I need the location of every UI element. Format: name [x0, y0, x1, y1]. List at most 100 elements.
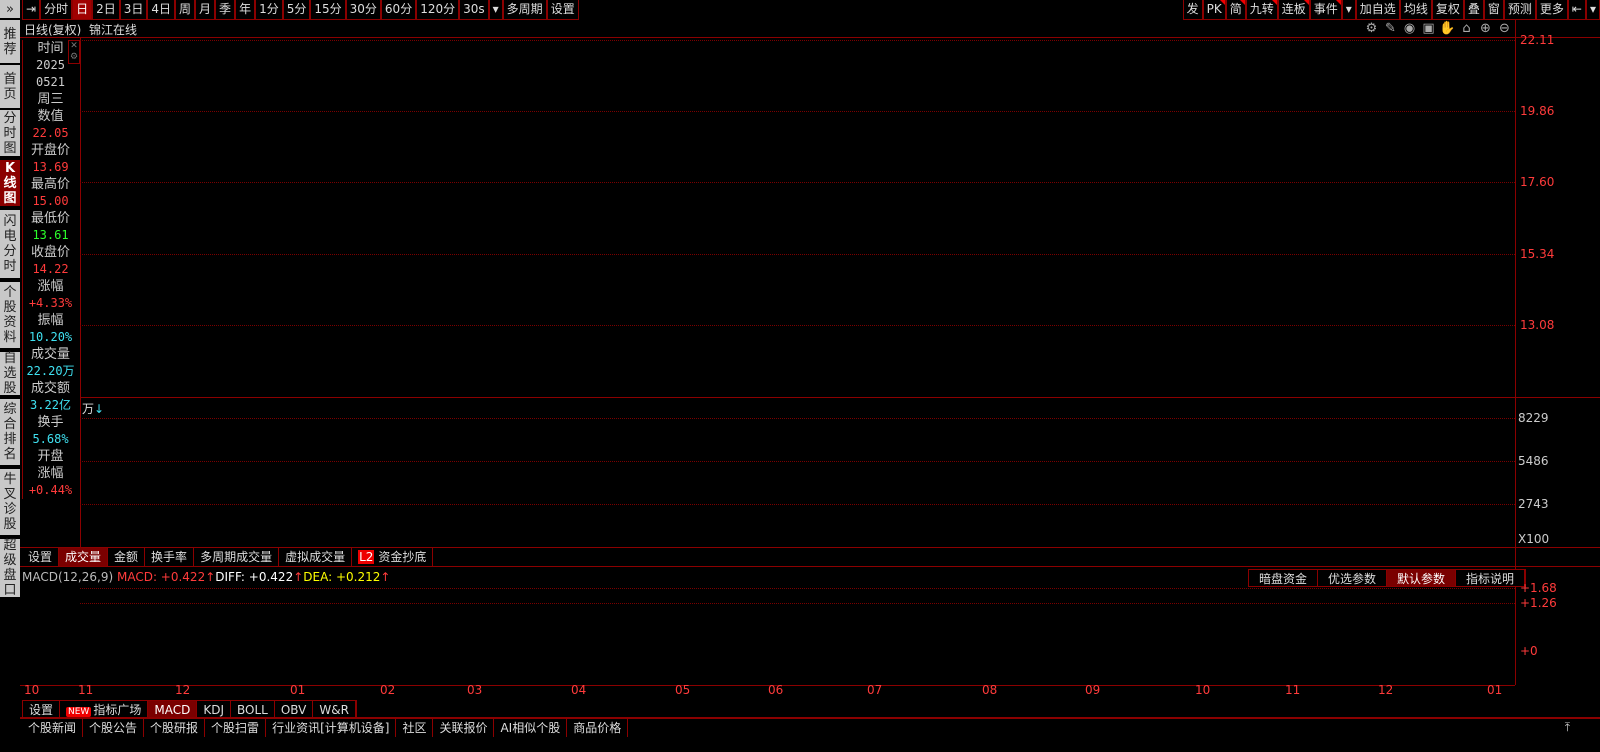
- info-label: 最低价: [30, 211, 70, 226]
- bottom-tab[interactable]: 关联报价: [433, 719, 495, 737]
- volume-tab[interactable]: 换手率: [145, 548, 195, 566]
- volume-tab[interactable]: 多周期成交量: [194, 548, 280, 566]
- toolbar-button[interactable]: 更多: [1535, 0, 1568, 20]
- macd-buttons: 暗盘资金 优选参数 默认参数 指标说明: [1248, 569, 1527, 587]
- info-label: 数值: [37, 109, 64, 124]
- toolbar-button[interactable]: 九转: [1245, 0, 1278, 20]
- toolbar-button[interactable]: 连板: [1277, 0, 1310, 20]
- period-tab[interactable]: 120分: [416, 0, 460, 20]
- x-axis-label: 10: [24, 683, 40, 697]
- toolbar-button[interactable]: PK: [1202, 0, 1226, 20]
- sidebar-item[interactable]: 分时图: [0, 110, 20, 158]
- period-tab[interactable]: 月: [195, 0, 216, 20]
- sidebar-item[interactable]: 推荐: [0, 20, 20, 65]
- toolbar-button[interactable]: 均线: [1399, 0, 1432, 20]
- settings-button[interactable]: 设置: [546, 0, 579, 20]
- indicator-plaza-tab[interactable]: NEW 指标广场: [60, 701, 149, 717]
- pen-icon[interactable]: ✎: [1381, 21, 1400, 36]
- capital-bottom-tab[interactable]: L2 资金抄底: [352, 548, 434, 566]
- toolbar-button[interactable]: 复权: [1431, 0, 1464, 20]
- toolbar-button[interactable]: 加自选: [1355, 0, 1400, 20]
- info-value: 10.20%: [28, 330, 73, 344]
- x-axis-label: 02: [380, 683, 396, 697]
- sidebar-item[interactable]: 个股资料: [0, 282, 20, 350]
- pin-top-icon[interactable]: ⤒: [1565, 720, 1570, 735]
- period-tab[interactable]: 15分: [310, 0, 346, 20]
- info-label: 涨幅: [37, 279, 64, 294]
- period-tab[interactable]: 季: [215, 0, 236, 20]
- period-tab[interactable]: 4日: [147, 0, 176, 20]
- down-arrow-icon[interactable]: ↓: [94, 402, 104, 416]
- multi-period-button[interactable]: 多周期: [502, 0, 547, 20]
- toolbar-button[interactable]: 简: [1225, 0, 1246, 20]
- indicator-tab[interactable]: BOLL: [231, 701, 275, 717]
- info-value: +4.33%: [28, 296, 73, 310]
- sidebar-item[interactable]: 自选股: [0, 351, 20, 397]
- dropdown-icon[interactable]: ▾: [1585, 0, 1600, 20]
- macd-option-button[interactable]: 指标说明: [1456, 570, 1526, 586]
- period-tab[interactable]: 5分: [282, 0, 311, 20]
- volume-tab[interactable]: 成交量: [59, 548, 109, 566]
- bottom-tab[interactable]: 个股公告: [83, 719, 145, 737]
- zoom-in-icon[interactable]: ⊕: [1476, 21, 1495, 36]
- volume-label: 5486: [1518, 454, 1549, 468]
- toolbar-button[interactable]: 预测: [1503, 0, 1536, 20]
- zoom-out-icon[interactable]: ⊖: [1495, 21, 1514, 36]
- kline-chart[interactable]: [0, 0, 1600, 752]
- sidebar-item[interactable]: 闪电分时: [0, 210, 20, 280]
- bottom-tab[interactable]: 行业资讯[计算机设备]: [266, 719, 397, 737]
- toolbar-button[interactable]: 叠: [1463, 0, 1484, 20]
- volume-label: 8229: [1518, 411, 1549, 425]
- sidebar-item[interactable]: 首页: [0, 65, 20, 110]
- toolbar-button[interactable]: 发: [1182, 0, 1203, 20]
- bottom-tab[interactable]: AI相似个股: [494, 719, 568, 737]
- period-tab[interactable]: 分时: [40, 0, 73, 20]
- x-axis-label: 04: [571, 683, 587, 697]
- indicator-tab[interactable]: W&R: [313, 701, 356, 717]
- macd-option-button[interactable]: 暗盘资金: [1249, 570, 1319, 586]
- eye-icon[interactable]: ◉: [1400, 21, 1419, 36]
- period-tab[interactable]: 3日: [119, 0, 148, 20]
- sidebar-item[interactable]: K线图: [0, 160, 20, 208]
- period-tab[interactable]: 1分: [255, 0, 283, 20]
- dropdown-icon[interactable]: ▾: [1341, 0, 1356, 20]
- volume-tab[interactable]: 设置: [22, 548, 60, 566]
- period-tab[interactable]: 60分: [380, 0, 417, 20]
- sidebar-item[interactable]: 超级盘口: [0, 538, 20, 599]
- toolbar-button[interactable]: 事件: [1309, 0, 1342, 20]
- period-tab[interactable]: 周: [175, 0, 196, 20]
- toolbar-button[interactable]: 窗: [1483, 0, 1504, 20]
- bottom-tab[interactable]: 个股扫雷: [205, 719, 267, 737]
- bottom-tab[interactable]: 个股研报: [144, 719, 206, 737]
- indicator-tab[interactable]: OBV: [275, 701, 314, 717]
- period-tab[interactable]: 日: [72, 0, 93, 20]
- period-dropdown-icon[interactable]: ▾: [488, 0, 503, 20]
- indicator-tab[interactable]: MACD: [148, 701, 198, 717]
- collapse-button[interactable]: ⇥: [22, 0, 41, 20]
- indicator-settings-tab[interactable]: 设置: [23, 701, 61, 717]
- toolbox-icon[interactable]: ▣: [1419, 21, 1438, 36]
- period-tab[interactable]: 2日: [92, 0, 120, 20]
- bottom-tab[interactable]: 社区: [396, 719, 434, 737]
- expand-sidebar-icon[interactable]: »: [0, 0, 20, 20]
- bottom-tab[interactable]: 个股新闻: [22, 719, 84, 737]
- macd-option-button[interactable]: 优选参数: [1318, 570, 1388, 586]
- gear-icon[interactable]: ⚙: [1362, 21, 1381, 36]
- volume-tab[interactable]: 虚拟成交量: [279, 548, 353, 566]
- info-value: 2025: [36, 58, 65, 72]
- macd-option-button[interactable]: 默认参数: [1387, 570, 1457, 586]
- period-tab[interactable]: 30s: [459, 0, 489, 20]
- bottom-tab[interactable]: 商品价格: [567, 719, 629, 737]
- lock-icon[interactable]: ⌂: [1457, 21, 1476, 36]
- hand-icon[interactable]: ✋: [1438, 21, 1457, 36]
- period-tab[interactable]: 30分: [345, 0, 381, 20]
- macd-header: MACD(12,26,9) MACD: +0.422↑DIFF: +0.422↑…: [22, 570, 391, 584]
- period-tab[interactable]: 年: [235, 0, 256, 20]
- info-label: 成交量: [30, 347, 70, 362]
- sidebar-item[interactable]: 综合排名: [0, 399, 20, 467]
- l2-badge: L2: [358, 550, 375, 564]
- indicator-tab[interactable]: KDJ: [197, 701, 231, 717]
- sidebar-item[interactable]: 牛叉诊股: [0, 469, 20, 537]
- volume-tab[interactable]: 金额: [108, 548, 146, 566]
- back-to-start-icon[interactable]: ⇤: [1567, 0, 1586, 20]
